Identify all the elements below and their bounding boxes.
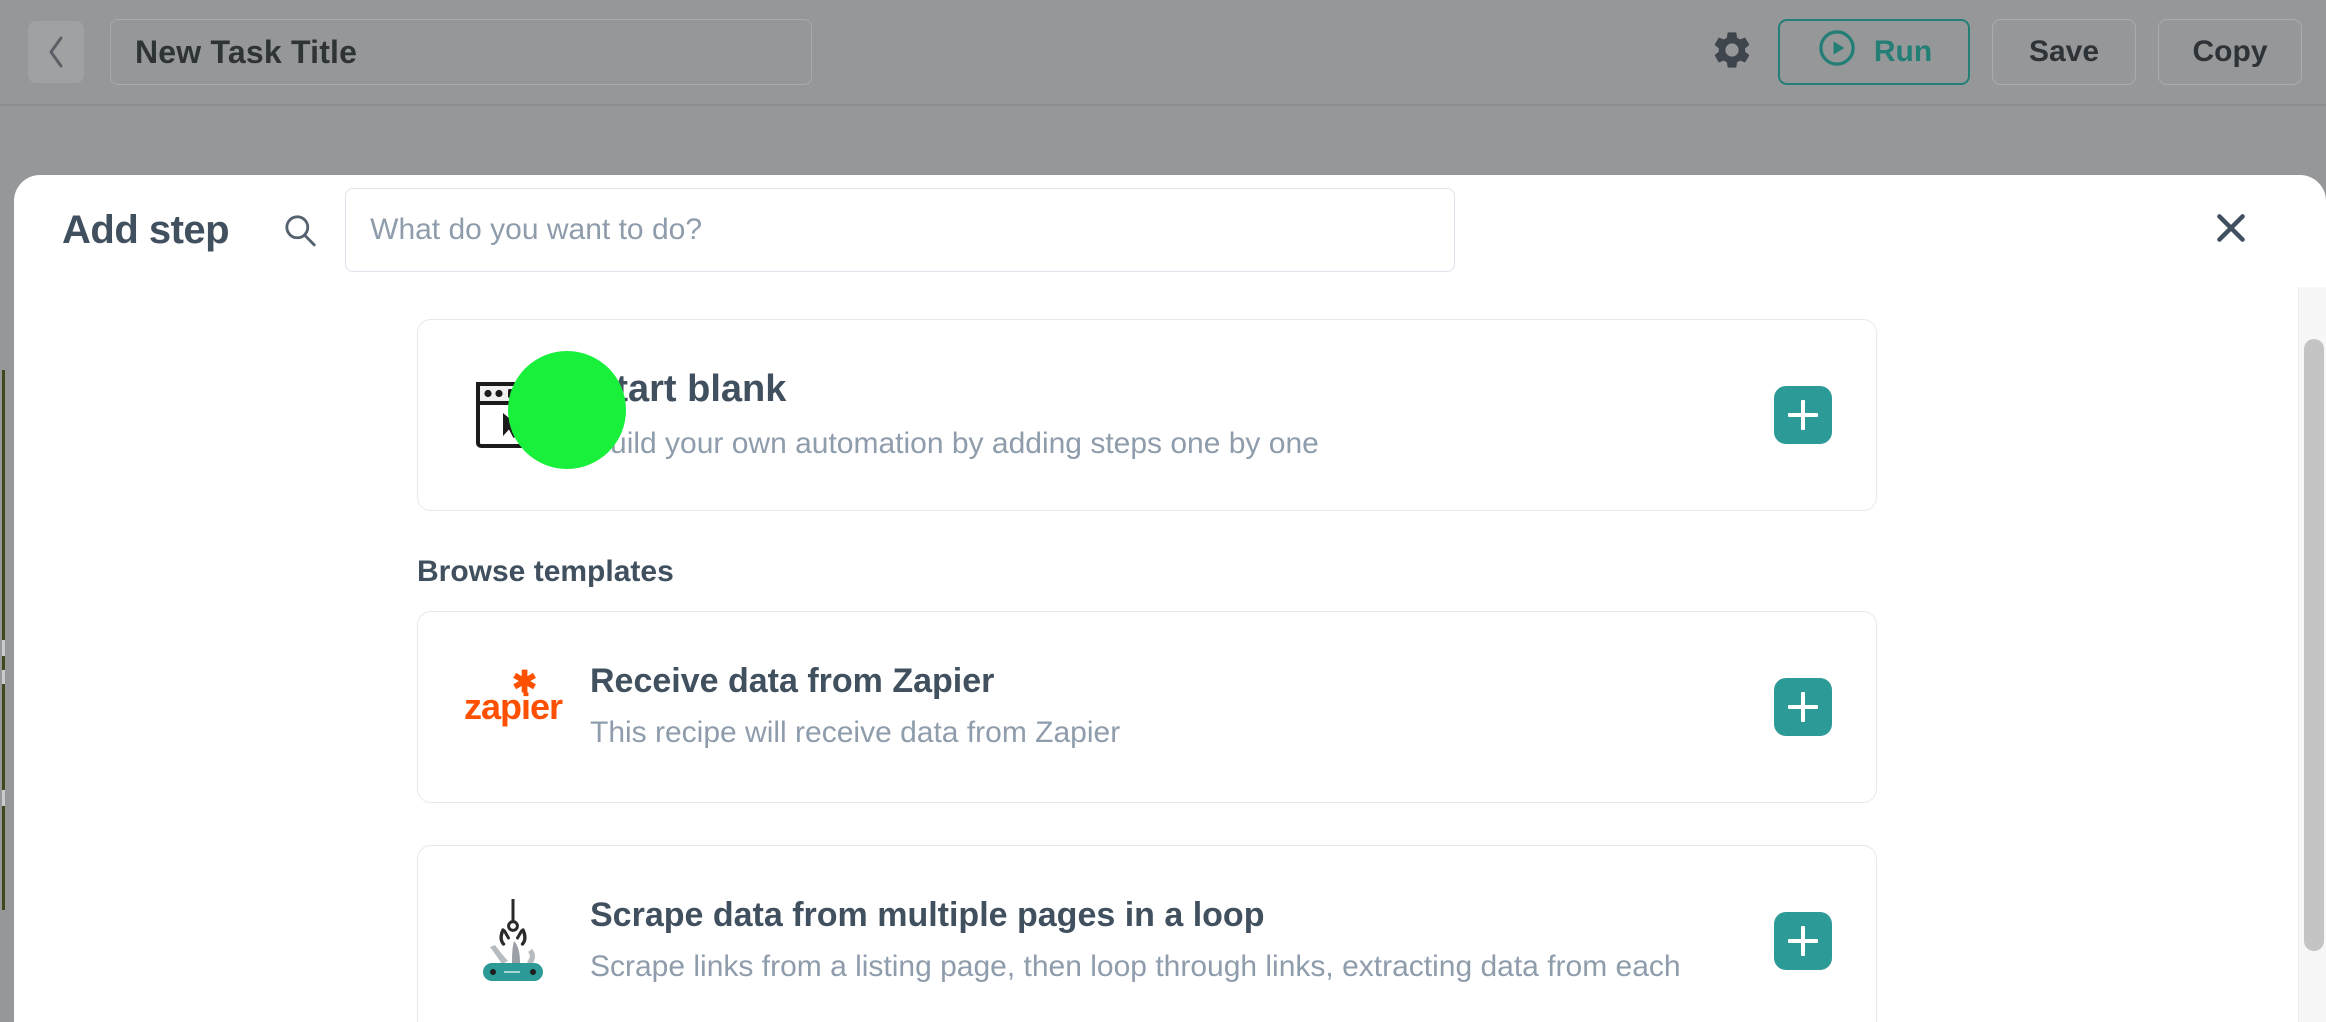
gear-icon xyxy=(1710,28,1754,77)
chevron-left-icon xyxy=(45,34,67,70)
add-template-zapier-button[interactable] xyxy=(1774,678,1832,736)
save-button[interactable]: Save xyxy=(1992,19,2136,85)
copy-button-label: Copy xyxy=(2193,35,2268,69)
settings-button[interactable] xyxy=(1708,28,1756,76)
left-edge-strip-gap xyxy=(2,670,5,684)
top-toolbar: New Task Title Run xyxy=(0,0,2326,104)
swiss-army-knife-claw-icon xyxy=(418,895,586,987)
app-root: New Task Title Run xyxy=(0,0,2326,1022)
task-title-input[interactable]: New Task Title xyxy=(110,19,812,85)
template-scrape-loop-description: Scrape links from a listing page, then l… xyxy=(590,950,1750,985)
zapier-asterisk-icon: ✱ xyxy=(512,668,536,698)
search-icon xyxy=(279,209,321,251)
modal-scroll-body: Start blank Build your own automation by… xyxy=(14,285,2326,1022)
template-card-zapier[interactable]: zapier ✱ Receive data from Zapier This r… xyxy=(417,611,1877,803)
search-field[interactable] xyxy=(345,188,1455,272)
modal-title: Add step xyxy=(62,208,229,253)
start-blank-description: Build your own automation by adding step… xyxy=(590,427,1750,462)
zapier-logo-icon: zapier ✱ xyxy=(418,686,586,728)
browse-templates-label: Browse templates xyxy=(417,555,1877,589)
run-button[interactable]: Run xyxy=(1778,19,1970,85)
start-blank-title: Start blank xyxy=(590,369,1750,411)
vertical-scrollbar-track[interactable] xyxy=(2298,287,2326,1022)
copy-button[interactable]: Copy xyxy=(2158,19,2302,85)
browser-window-cursor-icon xyxy=(418,380,586,450)
template-zapier-title: Receive data from Zapier xyxy=(590,663,1750,700)
run-button-label: Run xyxy=(1874,35,1932,69)
toolbar-divider xyxy=(0,104,2326,106)
add-template-scrape-loop-button[interactable] xyxy=(1774,912,1832,970)
template-zapier-description: This recipe will receive data from Zapie… xyxy=(590,716,1750,751)
plus-icon xyxy=(1788,400,1818,430)
play-circle-icon xyxy=(1816,27,1858,77)
task-title-value: New Task Title xyxy=(135,34,357,71)
modal-header: Add step xyxy=(14,175,2326,285)
add-start-blank-button[interactable] xyxy=(1774,386,1832,444)
back-button[interactable] xyxy=(28,21,84,83)
toolbar-actions: Run Save Copy xyxy=(1708,19,2302,85)
vertical-scrollbar-thumb[interactable] xyxy=(2304,339,2324,951)
left-edge-strip xyxy=(2,370,5,910)
search-input[interactable] xyxy=(370,213,1430,247)
template-scrape-loop-text: Scrape data from multiple pages in a loo… xyxy=(586,897,1750,985)
template-scrape-loop-title: Scrape data from multiple pages in a loo… xyxy=(590,897,1750,934)
left-edge-strip-gap xyxy=(2,640,5,656)
close-button[interactable] xyxy=(2204,203,2258,257)
template-card-scrape-loop[interactable]: Scrape data from multiple pages in a loo… xyxy=(417,845,1877,1022)
template-zapier-text: Receive data from Zapier This recipe wil… xyxy=(586,663,1750,751)
plus-icon xyxy=(1788,692,1818,722)
start-blank-text: Start blank Build your own automation by… xyxy=(586,369,1750,461)
plus-icon xyxy=(1788,926,1818,956)
start-blank-card[interactable]: Start blank Build your own automation by… xyxy=(417,319,1877,511)
left-edge-strip-gap xyxy=(2,790,5,806)
save-button-label: Save xyxy=(2029,35,2099,69)
add-step-modal: Add step xyxy=(14,175,2326,1022)
close-icon xyxy=(2210,207,2252,254)
